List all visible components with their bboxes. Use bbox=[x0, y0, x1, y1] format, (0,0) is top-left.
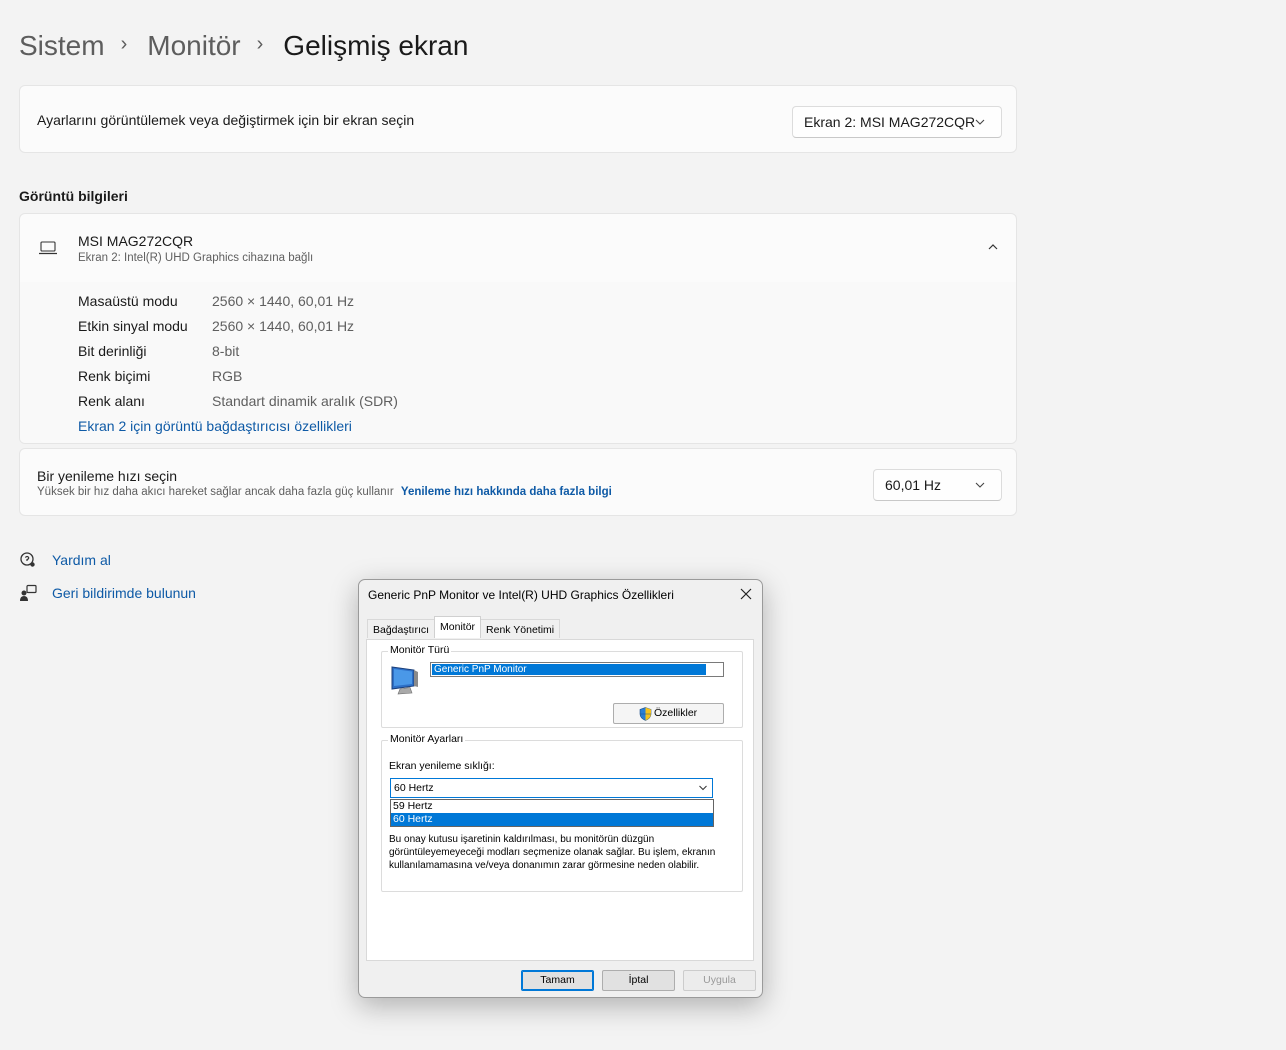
info-label-active-signal: Etkin sinyal modu bbox=[78, 318, 188, 334]
monitor-settings-group: Monitör Ayarları Ekran yenileme sıklığı:… bbox=[381, 733, 743, 892]
breadcrumb-sistem[interactable]: Sistem bbox=[19, 30, 105, 62]
monitor-type-value: Generic PnP Monitor bbox=[432, 664, 706, 675]
refresh-option-60[interactable]: 60 Hertz bbox=[391, 813, 713, 826]
refresh-rate-desc-text: Yüksek bir hız daha akıcı hareket sağlar… bbox=[37, 486, 394, 498]
chevron-down-icon bbox=[975, 119, 985, 125]
get-help-label: Yardım al bbox=[52, 552, 111, 568]
refresh-frequency-select[interactable]: 60 Hertz bbox=[390, 778, 713, 798]
info-value-color-space: Standart dinamik aralık (SDR) bbox=[212, 393, 398, 409]
section-title-display-info: Görüntü bilgileri bbox=[19, 188, 128, 204]
monitor-icon bbox=[391, 666, 418, 695]
chevron-down-icon bbox=[975, 482, 985, 488]
feedback-icon bbox=[20, 584, 37, 601]
apply-button[interactable]: Uygula bbox=[683, 970, 756, 991]
ok-button[interactable]: Tamam bbox=[521, 970, 594, 991]
display-select-value: Ekran 2: MSI MAG272CQR bbox=[804, 114, 976, 130]
breadcrumb: Sistem › Monitör › Gelişmiş ekran bbox=[19, 30, 468, 62]
warning-line-3: kullanılamamasına ve/veya donanımın zara… bbox=[389, 860, 700, 871]
monitor-type-field[interactable]: Generic PnP Monitor bbox=[430, 662, 724, 677]
warning-text: Bu onay kutusu işaretinin kaldırılması, … bbox=[389, 833, 715, 872]
properties-button[interactable]: Özellikler bbox=[613, 703, 724, 724]
info-label-bit-depth: Bit derinliği bbox=[78, 343, 147, 359]
feedback-link[interactable]: Geri bildirimde bulunun bbox=[19, 584, 196, 602]
monitor-tab-panel: Monitör Türü Generic PnP Monitor Özellik… bbox=[366, 639, 754, 961]
info-value-desktop-mode: 2560 × 1440, 60,01 Hz bbox=[212, 293, 355, 309]
laptop-icon bbox=[39, 241, 57, 255]
refresh-rate-description: Yüksek bir hız daha akıcı hareket sağlar… bbox=[37, 486, 612, 498]
close-icon[interactable] bbox=[738, 586, 754, 602]
refresh-frequency-selected: 60 Hertz bbox=[394, 782, 434, 794]
chevron-right-icon: › bbox=[120, 32, 128, 55]
breadcrumb-monitor[interactable]: Monitör bbox=[147, 30, 240, 62]
refresh-rate-dropdown[interactable]: 60,01 Hz bbox=[873, 469, 1002, 501]
refresh-rate-value: 60,01 Hz bbox=[885, 477, 942, 493]
refresh-rate-title: Bir yenileme hızı seçin bbox=[37, 468, 178, 484]
tab-adapter[interactable]: Bağdaştırıcı bbox=[367, 619, 436, 638]
help-person-icon bbox=[20, 552, 35, 567]
refresh-frequency-options: 59 Hertz 60 Hertz bbox=[390, 799, 714, 827]
display-select-card: Ayarlarını görüntülemek veya değiştirmek… bbox=[19, 85, 1017, 153]
info-label-color-format: Renk biçimi bbox=[78, 368, 151, 384]
display-select-label: Ayarlarını görüntülemek veya değiştirmek… bbox=[37, 112, 415, 128]
properties-button-label: Özellikler bbox=[654, 707, 698, 719]
chevron-right-icon: › bbox=[256, 32, 264, 55]
monitor-settings-legend: Monitör Ayarları bbox=[388, 733, 466, 745]
tab-monitor[interactable]: Monitör bbox=[434, 616, 482, 638]
display-info-body: Masaüstü modu 2560 × 1440, 60,01 Hz Etki… bbox=[20, 282, 1016, 443]
display-info-card: MSI MAG272CQR Ekran 2: Intel(R) UHD Grap… bbox=[19, 213, 1017, 444]
monitor-type-group: Monitör Türü Generic PnP Monitor Özellik… bbox=[381, 644, 743, 728]
monitor-name: MSI MAG272CQR bbox=[78, 233, 194, 249]
chevron-up-icon[interactable] bbox=[986, 240, 1000, 254]
display-select-dropdown[interactable]: Ekran 2: MSI MAG272CQR bbox=[792, 106, 1002, 138]
shield-icon bbox=[639, 707, 652, 721]
info-label-desktop-mode: Masaüstü modu bbox=[78, 293, 178, 309]
adapter-properties-link[interactable]: Ekran 2 için görüntü bağdaştırıcısı özel… bbox=[78, 418, 352, 434]
cancel-button[interactable]: İptal bbox=[602, 970, 675, 991]
refresh-rate-card: Bir yenileme hızı seçin Yüksek bir hız d… bbox=[19, 448, 1017, 516]
dialog-tabs: Bağdaştırıcı Monitör Renk Yönetimi bbox=[367, 616, 561, 638]
get-help-link[interactable]: Yardım al bbox=[19, 551, 111, 569]
warning-line-2: görüntüleyemeyeceği modları seçmenize ol… bbox=[389, 847, 716, 858]
properties-dialog: Generic PnP Monitor ve Intel(R) UHD Grap… bbox=[358, 579, 763, 998]
tab-color-management[interactable]: Renk Yönetimi bbox=[480, 619, 561, 638]
refresh-rate-learn-more-link[interactable]: Yenileme hızı hakkında daha fazla bilgi bbox=[401, 486, 612, 498]
refresh-frequency-label: Ekran yenileme sıklığı: bbox=[389, 760, 495, 772]
info-value-color-format: RGB bbox=[212, 368, 243, 384]
monitor-subtitle: Ekran 2: Intel(R) UHD Graphics cihazına … bbox=[78, 252, 314, 264]
display-info-header[interactable]: MSI MAG272CQR Ekran 2: Intel(R) UHD Grap… bbox=[20, 214, 1016, 283]
chevron-down-icon bbox=[699, 785, 707, 791]
info-value-bit-depth: 8-bit bbox=[212, 343, 240, 359]
feedback-label: Geri bildirimde bulunun bbox=[52, 585, 196, 601]
info-label-color-space: Renk alanı bbox=[78, 393, 145, 409]
warning-line-1: Bu onay kutusu işaretinin kaldırılması, … bbox=[389, 834, 655, 845]
page-title: Gelişmiş ekran bbox=[283, 30, 469, 61]
monitor-type-legend: Monitör Türü bbox=[388, 644, 452, 656]
info-value-active-signal: 2560 × 1440, 60,01 Hz bbox=[212, 318, 355, 334]
dialog-title: Generic PnP Monitor ve Intel(R) UHD Grap… bbox=[368, 588, 674, 602]
refresh-option-59[interactable]: 59 Hertz bbox=[391, 800, 713, 813]
